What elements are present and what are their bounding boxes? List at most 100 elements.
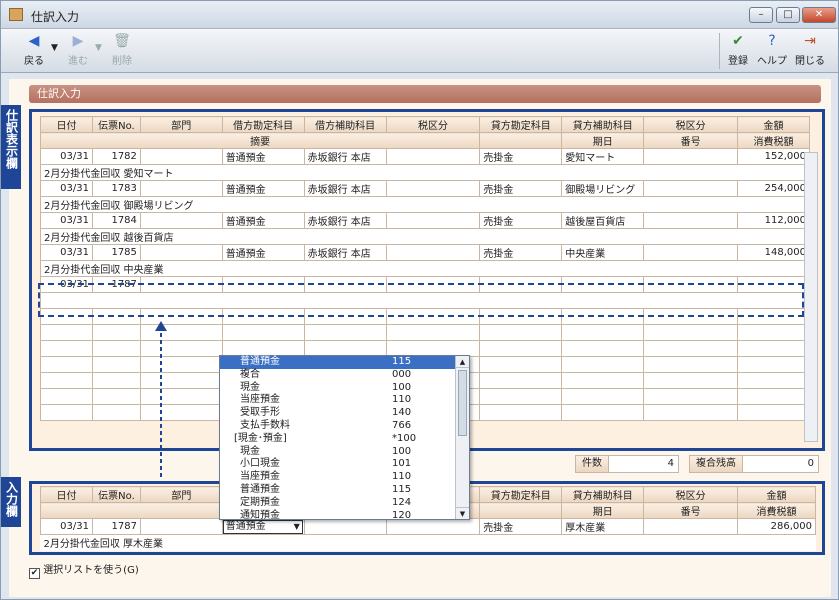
row-tax[interactable] [385,244,481,261]
dropdown-item[interactable]: 当座預金 110 [220,471,469,484]
row-debit[interactable]: 普通預金 [221,148,305,165]
row-debit[interactable]: 普通預金 [221,212,305,229]
empty-cell[interactable] [737,372,810,389]
row-credit[interactable]: 売掛金 [479,212,563,229]
row-credit[interactable]: 売掛金 [479,148,563,165]
empty-cell[interactable] [561,372,645,389]
row-summary[interactable]: 2月分掛代金回収 御殿場リビング [40,196,810,213]
empty-cell[interactable] [221,324,305,341]
row-amount[interactable]: 148,000 [737,244,810,261]
empty-cell[interactable] [643,356,739,373]
forward-dropdown-icon[interactable]: ▼ [95,43,102,53]
empty-cell[interactable] [561,340,645,357]
empty-cell[interactable] [40,340,93,357]
row-summary[interactable]: 2月分掛代金回収 愛知マート [40,164,810,181]
row-debit_sub[interactable]: 赤坂銀行 本店 [303,180,387,197]
empty-cell[interactable] [643,388,739,405]
row-debit[interactable]: 普通預金 [221,180,305,197]
minimize-button[interactable]: – [749,7,773,23]
dropdown-item[interactable]: 支払手数料 766 [220,420,469,433]
scroll-thumb[interactable] [458,370,467,436]
row-no[interactable]: 1782 [91,148,141,165]
row-debit_sub[interactable]: 赤坂銀行 本店 [303,148,387,165]
row-no[interactable]: 1784 [91,212,141,229]
row-no[interactable]: 1785 [91,244,141,261]
input-tax2[interactable] [643,518,739,535]
input-amount[interactable]: 286,000 [737,518,816,535]
empty-cell[interactable] [91,340,141,357]
row-summary[interactable]: 2月分掛代金回収 中央産業 [40,260,810,277]
empty-cell[interactable] [479,404,563,421]
table-row-summary[interactable]: 2月分掛代金回収 中央産業 [40,260,810,277]
empty-cell[interactable] [91,404,141,421]
maximize-button[interactable]: □ [776,7,800,23]
dropdown-item[interactable]: 受取手形 140 [220,407,469,420]
empty-cell[interactable] [40,324,93,341]
forward-button[interactable]: ▶ 進む [61,33,95,69]
row-credit[interactable]: 売掛金 [479,180,563,197]
input-credit-sub[interactable]: 厚木産業 [561,518,645,535]
table-row[interactable]: 03/31 1783 普通預金 赤坂銀行 本店 売掛金 御殿場リビング 254,000 [40,180,810,197]
row-dept[interactable] [139,212,223,229]
table-row-summary[interactable]: 2月分掛代金回収 越後百貨店 [40,228,810,245]
row-tax2[interactable] [643,244,739,261]
row-credit_sub[interactable]: 御殿場リビング [561,180,645,197]
empty-cell[interactable] [40,404,93,421]
delete-button[interactable]: 🗑 削除 [105,33,139,69]
row-debit_sub[interactable]: 赤坂銀行 本店 [303,244,387,261]
row-date[interactable]: 03/31 [40,180,93,197]
row-date[interactable]: 03/31 [40,212,93,229]
scroll-up-icon[interactable]: ▲ [456,356,469,368]
empty-cell[interactable] [737,324,810,341]
row-dept[interactable] [139,244,223,261]
row-tax[interactable] [385,212,481,229]
empty-cell[interactable] [479,356,563,373]
table-row[interactable]: 03/31 1782 普通預金 赤坂銀行 本店 売掛金 愛知マート 152,000 [40,148,810,165]
table-row-summary[interactable]: 2月分掛代金回収 御殿場リビング [40,196,810,213]
empty-cell[interactable] [40,356,93,373]
empty-cell[interactable] [737,388,810,405]
row-dept[interactable] [139,148,223,165]
close-button[interactable]: ⇥ 閉じる [791,33,829,69]
scroll-down-icon[interactable]: ▼ [456,507,469,519]
empty-cell[interactable] [479,388,563,405]
empty-cell[interactable] [40,372,93,389]
dropdown-item[interactable]: 当座預金 110 [220,394,469,407]
empty-cell[interactable] [643,372,739,389]
row-credit_sub[interactable]: 越後屋百貨店 [561,212,645,229]
dropdown-item[interactable]: 定期預金 124 [220,497,469,510]
empty-cell[interactable] [561,388,645,405]
dropdown-item[interactable]: 普通預金 115 [220,484,469,497]
close-window-button[interactable]: ✕ [802,7,836,23]
empty-cell[interactable] [561,324,645,341]
row-tax[interactable] [385,148,481,165]
use-select-list[interactable]: ✔ 選択リストを使う(G) [29,561,139,579]
empty-cell[interactable] [643,404,739,421]
dropdown-scrollbar[interactable]: ▲ ▼ [455,356,469,519]
account-dropdown-list[interactable]: 普通預金 115 複合 000 現金 100 当座預金 110 受取手形 140 支払手数料 766 [… [219,355,470,521]
empty-cell[interactable] [737,356,810,373]
table-row[interactable]: 03/31 1784 普通預金 赤坂銀行 本店 売掛金 越後屋百貨店 112,000 [40,212,810,229]
row-amount[interactable]: 254,000 [737,180,810,197]
empty-cell[interactable] [91,356,141,373]
input-credit[interactable]: 売掛金 [479,518,563,535]
row-debit_sub[interactable]: 赤坂銀行 本店 [303,212,387,229]
checkbox-icon[interactable]: ✔ [29,568,40,579]
back-dropdown-icon[interactable]: ▼ [51,43,58,53]
empty-cell[interactable] [91,388,141,405]
empty-cell[interactable] [91,324,141,341]
row-date[interactable]: 03/31 [40,244,93,261]
empty-cell[interactable] [561,404,645,421]
row-debit[interactable]: 普通預金 [221,244,305,261]
table-scrollbar[interactable] [804,152,818,442]
row-tax2[interactable] [643,212,739,229]
input-summary[interactable]: 2月分掛代金回収 厚木産業 [41,535,816,551]
empty-cell[interactable] [40,388,93,405]
row-no[interactable]: 1783 [91,180,141,197]
input-summary-row[interactable]: 2月分掛代金回収 厚木産業 [41,535,816,551]
empty-cell[interactable] [385,324,481,341]
empty-cell[interactable] [643,324,739,341]
row-tax2[interactable] [643,180,739,197]
row-credit[interactable]: 売掛金 [479,244,563,261]
empty-cell[interactable] [479,372,563,389]
